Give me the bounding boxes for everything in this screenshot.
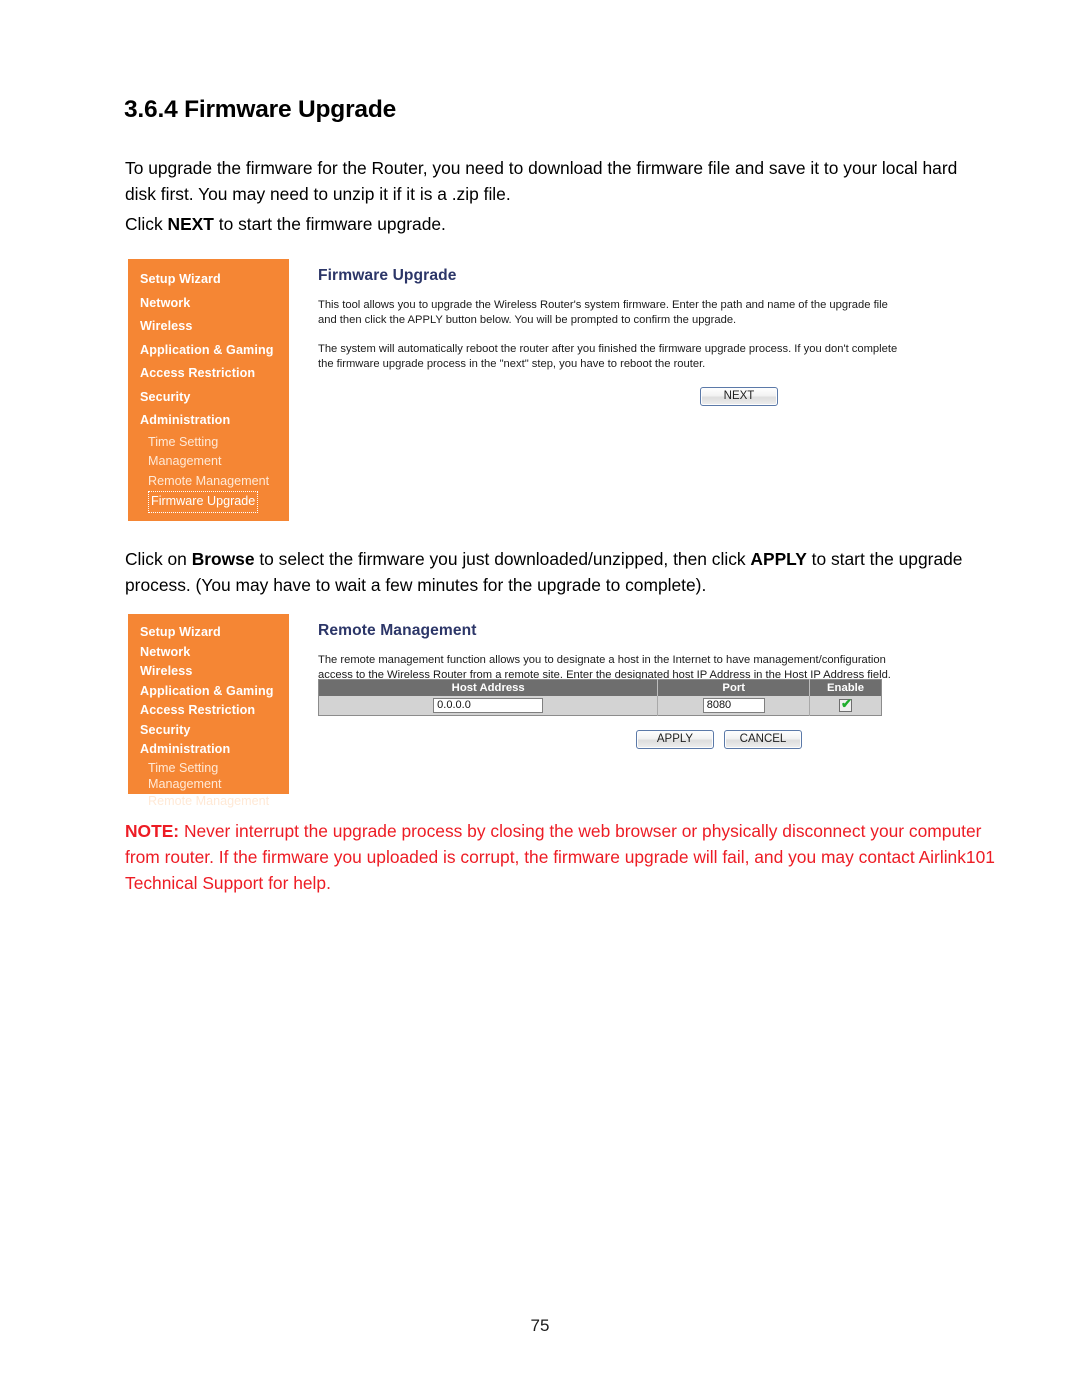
note-label: NOTE: bbox=[125, 821, 180, 841]
checkmark-icon: ✔ bbox=[841, 695, 852, 711]
cell-enable: ✔ bbox=[809, 695, 882, 716]
host-address-input[interactable]: 0.0.0.0 bbox=[433, 697, 544, 713]
paragraph-click-next: Click NEXT to start the firmware upgrade… bbox=[125, 211, 971, 237]
sidebar-subitem-remote-management[interactable]: Remote Management bbox=[128, 793, 289, 810]
sidebar-item-network[interactable]: Network bbox=[128, 292, 289, 316]
screenshot-remote-management: Setup Wizard Network Wireless Applicatio… bbox=[128, 614, 918, 808]
browse-prefix: Click on bbox=[125, 549, 192, 569]
sidebar-item-setup-wizard[interactable]: Setup Wizard bbox=[128, 623, 289, 643]
column-header-enable: Enable bbox=[809, 679, 882, 696]
panel-title-firmware-upgrade: Firmware Upgrade bbox=[318, 267, 457, 284]
sidebar-item-application-gaming[interactable]: Application & Gaming bbox=[128, 682, 289, 702]
panel-paragraph-2: The system will automatically reboot the… bbox=[318, 343, 898, 370]
router-sidebar-remote: Setup Wizard Network Wireless Applicatio… bbox=[128, 614, 289, 808]
sidebar-subitem-firmware-upgrade-selected[interactable]: Firmware Upgrade bbox=[148, 491, 259, 513]
column-header-port: Port bbox=[657, 679, 811, 696]
sidebar-item-network[interactable]: Network bbox=[128, 643, 289, 663]
firmware-button-row: NEXT bbox=[700, 387, 778, 406]
table-header-row: Host Address Port Enable bbox=[318, 679, 882, 696]
click-next-bold: NEXT bbox=[167, 214, 214, 234]
sidebar-item-security[interactable]: Security bbox=[128, 721, 289, 741]
page-number: 75 bbox=[530, 1316, 550, 1335]
router-main-panel-remote: Remote Management The remote management … bbox=[318, 614, 918, 794]
browse-bold: Browse bbox=[191, 549, 255, 569]
sidebar-item-administration[interactable]: Administration bbox=[128, 740, 289, 760]
apply-button[interactable]: APPLY bbox=[636, 730, 714, 749]
sidebar-item-access-restriction[interactable]: Access Restriction bbox=[128, 362, 289, 386]
router-main-panel-firmware: Firmware Upgrade This tool allows you to… bbox=[318, 259, 918, 521]
remote-management-table: Host Address Port Enable 0.0.0.0 8080 ✔ bbox=[318, 679, 882, 716]
sidebar-subitem-time-setting[interactable]: Time Setting bbox=[128, 433, 289, 453]
table-row: 0.0.0.0 8080 ✔ bbox=[318, 695, 882, 716]
sidebar-item-administration[interactable]: Administration bbox=[128, 409, 289, 433]
panel-paragraph-1: This tool allows you to upgrade the Wire… bbox=[318, 299, 888, 326]
remote-button-row: APPLY CANCEL bbox=[636, 730, 802, 749]
enable-checkbox[interactable]: ✔ bbox=[839, 695, 853, 712]
sidebar-subitem-management[interactable]: Management bbox=[128, 452, 289, 472]
sidebar-item-wireless[interactable]: Wireless bbox=[128, 315, 289, 339]
cell-host-address: 0.0.0.0 bbox=[318, 695, 659, 716]
port-input[interactable]: 8080 bbox=[702, 697, 765, 713]
paragraph-browse-apply: Click on Browse to select the firmware y… bbox=[125, 546, 985, 598]
sidebar-item-wireless[interactable]: Wireless bbox=[128, 662, 289, 682]
sidebar-item-setup-wizard[interactable]: Setup Wizard bbox=[128, 268, 289, 292]
apply-bold: APPLY bbox=[750, 549, 807, 569]
router-sidebar-firmware: Setup Wizard Network Wireless Applicatio… bbox=[128, 259, 289, 521]
click-next-suffix: to start the firmware upgrade. bbox=[213, 214, 446, 234]
page-title: 3.6.4 Firmware Upgrade bbox=[124, 96, 397, 123]
sidebar-subitem-time-setting[interactable]: Time Setting bbox=[128, 760, 289, 777]
note-text: Never interrupt the upgrade process by c… bbox=[125, 821, 995, 893]
panel-paragraph-remote: The remote management function allows yo… bbox=[318, 654, 891, 681]
paragraph-intro: To upgrade the firmware for the Router, … bbox=[125, 158, 958, 204]
screenshot-firmware-upgrade: Setup Wizard Network Wireless Applicatio… bbox=[128, 259, 918, 521]
column-header-host-address: Host Address bbox=[318, 679, 659, 696]
sidebar-item-security[interactable]: Security bbox=[128, 386, 289, 410]
document-page: 3.6.4 Firmware Upgrade To upgrade the fi… bbox=[0, 0, 1080, 1397]
sidebar-subitem-remote-management[interactable]: Remote Management bbox=[128, 472, 289, 492]
cancel-button[interactable]: CANCEL bbox=[724, 730, 802, 749]
sidebar-subitem-management[interactable]: Management bbox=[128, 776, 289, 793]
click-next-prefix: Click bbox=[125, 214, 168, 234]
panel-title-remote-management: Remote Management bbox=[318, 622, 477, 639]
sidebar-item-access-restriction[interactable]: Access Restriction bbox=[128, 701, 289, 721]
note-block: NOTE: Never interrupt the upgrade proces… bbox=[125, 818, 995, 896]
sidebar-item-application-gaming[interactable]: Application & Gaming bbox=[128, 339, 289, 363]
cell-port: 8080 bbox=[657, 695, 811, 716]
next-button[interactable]: NEXT bbox=[700, 387, 778, 406]
browse-mid: to select the firmware you just download… bbox=[254, 549, 751, 569]
